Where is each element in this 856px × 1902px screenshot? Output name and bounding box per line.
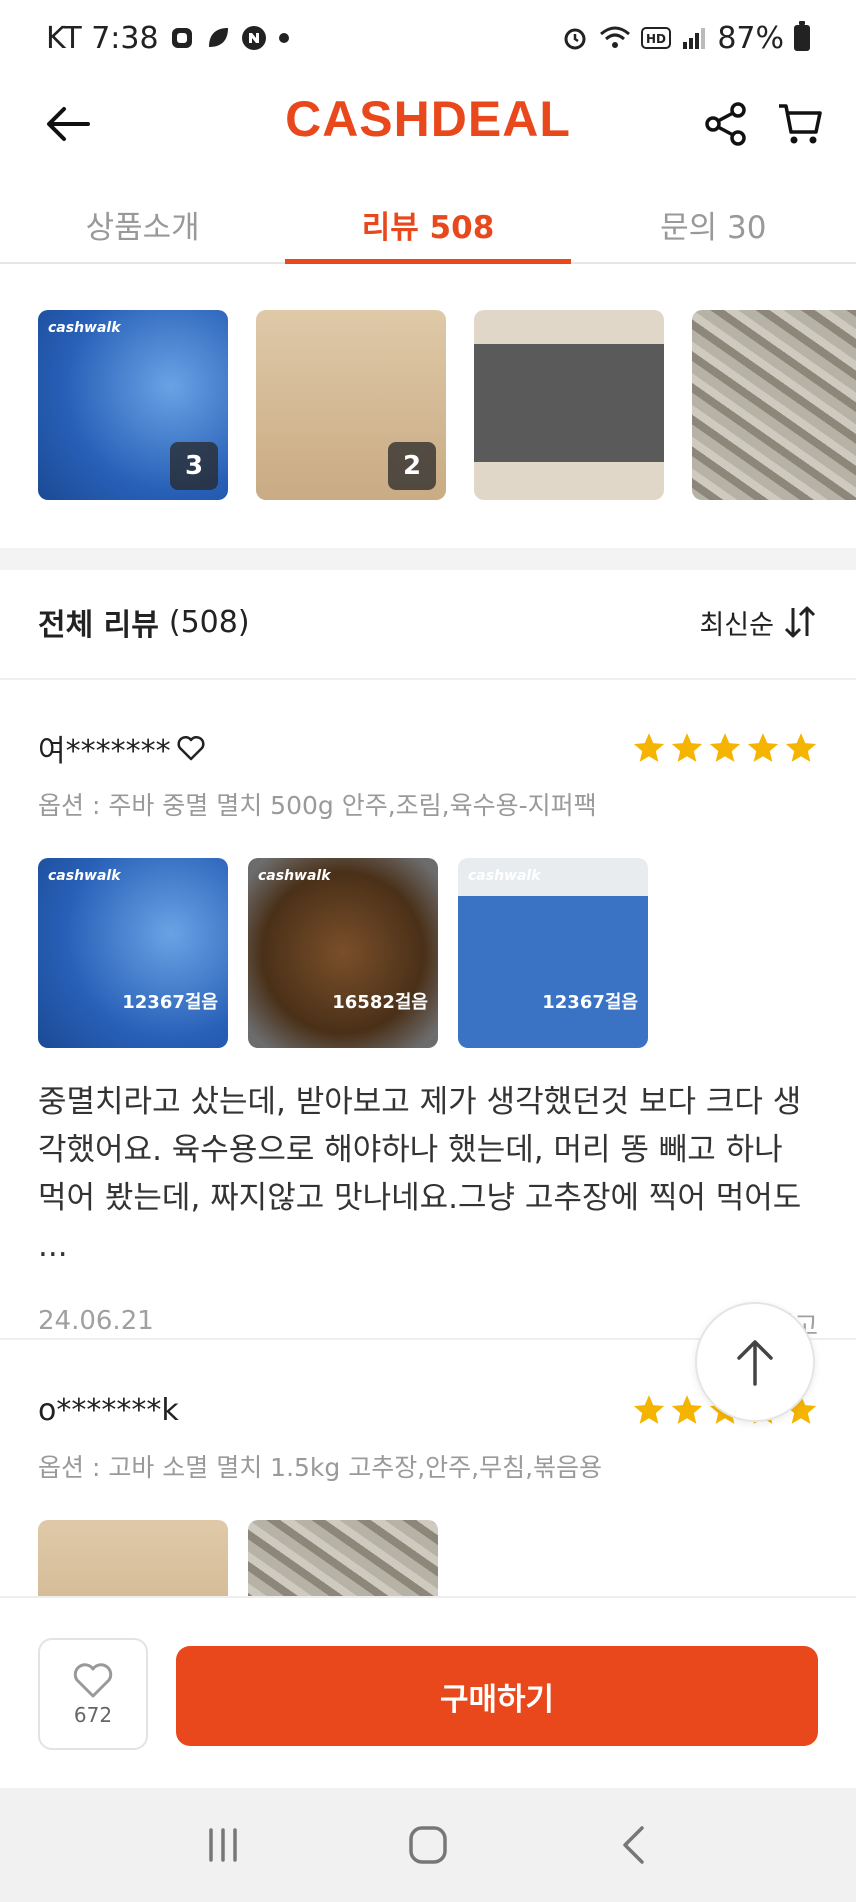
review-photo-thumb[interactable]: cashwalk 3 — [38, 310, 228, 500]
scroll-to-top-button[interactable] — [695, 1302, 815, 1422]
reviews-header: 전체 리뷰 (508) 최신순 — [38, 596, 818, 648]
battery-icon — [794, 21, 810, 51]
leaf-icon — [205, 25, 231, 51]
svg-text:HD: HD — [646, 32, 666, 46]
system-nav-bar — [0, 1788, 856, 1902]
star-rating — [632, 731, 818, 765]
reviewer-name: 여******* — [38, 726, 205, 770]
step-count: 16582걸음 — [332, 992, 428, 1013]
battery-percent: 87% — [717, 20, 784, 56]
review-option: 옵션 : 고바 소멸 멸치 1.5kg 고추장,안주,무침,볶음용 — [38, 1453, 603, 1482]
cart-icon — [779, 104, 822, 144]
review-images: cashwalk 12367걸음 cashwalk 16582걸음 cashwa… — [38, 858, 818, 1048]
cart-button[interactable] — [770, 94, 830, 154]
review-image[interactable] — [38, 1520, 228, 1600]
reviews-count: (508) — [168, 604, 250, 640]
reviewer-name: o*******k — [38, 1392, 179, 1428]
cashwalk-watermark: cashwalk — [468, 868, 541, 884]
sort-label: 최신순 — [699, 609, 774, 641]
tab-inquiries[interactable]: 문의 30 — [571, 186, 856, 262]
step-count: 12367걸음 — [122, 992, 218, 1013]
arrow-up-icon — [737, 1340, 773, 1386]
review-photo-thumb[interactable] — [474, 310, 664, 500]
status-bar: KT 7:38 HD 87% — [0, 0, 856, 76]
wishlist-button[interactable]: 672 — [38, 1638, 148, 1750]
review-image[interactable] — [248, 1520, 438, 1600]
star-icon — [747, 733, 779, 762]
recent-apps-icon — [208, 1828, 237, 1862]
chevron-left-icon — [623, 1826, 645, 1864]
photo-count-badge: 2 — [388, 442, 436, 490]
star-icon — [671, 1395, 703, 1424]
reviews-title: 전체 리뷰 — [38, 608, 159, 643]
sort-button[interactable]: 최신순 — [699, 603, 818, 642]
status-time: KT 7:38 — [46, 20, 159, 56]
sort-arrows-icon — [784, 606, 816, 638]
star-icon — [633, 733, 665, 762]
tab-reviews[interactable]: 리뷰 508 — [285, 186, 571, 264]
review-images — [38, 1520, 818, 1600]
cashwalk-watermark: cashwalk — [48, 868, 121, 884]
notification-icon — [169, 25, 195, 51]
review-photo-thumb[interactable] — [692, 310, 856, 500]
nav-back-button[interactable] — [593, 1805, 673, 1885]
home-button[interactable] — [388, 1805, 468, 1885]
share-icon — [705, 102, 746, 146]
tab-product-intro[interactable]: 상품소개 — [0, 186, 285, 262]
photo-count-badge: 3 — [170, 442, 218, 490]
home-icon — [409, 1826, 447, 1864]
share-button[interactable] — [696, 94, 756, 154]
review-photo-strip: cashwalk 3 2 — [38, 310, 856, 502]
star-icon — [785, 733, 817, 762]
signal-icon — [681, 26, 707, 50]
dot-icon — [277, 31, 291, 45]
alarm-icon — [561, 24, 589, 52]
review-image[interactable]: cashwalk 12367걸음 — [458, 858, 648, 1048]
review-photo-thumb[interactable]: 2 — [256, 310, 446, 500]
cashwalk-watermark: cashwalk — [48, 320, 121, 336]
heart-outline-icon — [177, 735, 205, 761]
star-icon — [633, 1395, 665, 1424]
divider — [0, 678, 856, 680]
naver-icon — [241, 25, 267, 51]
review-image[interactable]: cashwalk 16582걸음 — [248, 858, 438, 1048]
heart-icon — [73, 1663, 113, 1698]
buy-button[interactable]: 구매하기 — [176, 1646, 818, 1746]
review-image[interactable]: cashwalk 12367걸음 — [38, 858, 228, 1048]
review-item: o*******k 옵션 : 고바 소멸 멸치 1.5kg 고추장,안주,무침,… — [38, 1384, 818, 1600]
step-count: 12367걸음 — [542, 992, 638, 1013]
review-text[interactable]: 중멸치라고 샀는데, 받아보고 제가 생각했던것 보다 크다 생각했어요. 육수… — [38, 1078, 818, 1270]
purchase-bar: 672 구매하기 — [0, 1596, 856, 1788]
app-header: CASHDEAL — [0, 76, 856, 186]
wifi-icon — [599, 25, 631, 51]
hd-icon: HD — [641, 27, 672, 49]
star-icon — [671, 733, 703, 762]
review-item: 여******* 옵션 : 주바 중멸 멸치 500g 안주,조림,육수용-지퍼… — [38, 722, 818, 1343]
review-option: 옵션 : 주바 중멸 멸치 500g 안주,조림,육수용-지퍼팩 — [38, 791, 597, 820]
section-divider — [0, 548, 856, 570]
product-tabs: 상품소개 리뷰 508 문의 30 — [0, 186, 856, 264]
cashwalk-watermark: cashwalk — [258, 868, 331, 884]
wishlist-count: 672 — [73, 1703, 113, 1727]
star-icon — [709, 733, 741, 762]
recent-apps-button[interactable] — [183, 1805, 263, 1885]
